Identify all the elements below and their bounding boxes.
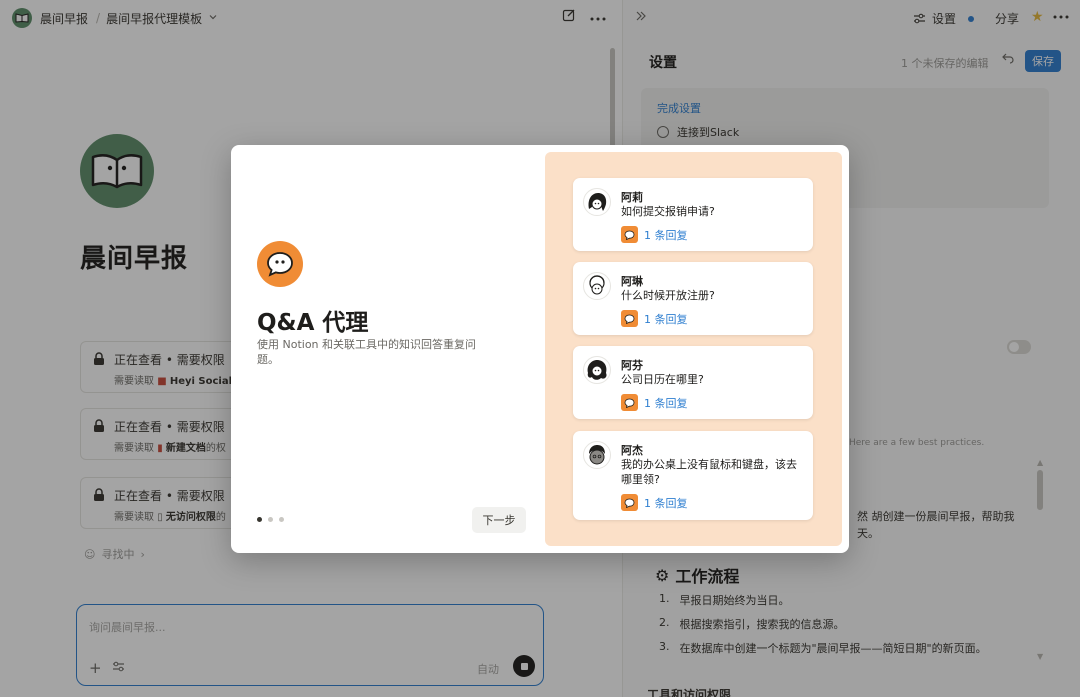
reply-count: 1 条回复 (644, 312, 688, 326)
pager-dot[interactable] (279, 517, 284, 522)
next-button[interactable]: 下一步 (472, 507, 526, 533)
question-text: 什么时候开放注册? (621, 289, 715, 302)
reply-chat-icon (621, 310, 638, 327)
question-text: 如何提交报销申请? (621, 205, 715, 218)
avatar (583, 188, 611, 216)
avatar (583, 272, 611, 300)
question-text: 我的办公桌上没有鼠标和键盘，该去哪里领? (621, 458, 797, 486)
question-card: 阿杰 我的办公桌上没有鼠标和键盘，该去哪里领? 1 条回复 (573, 431, 813, 520)
reply-link[interactable]: 1 条回复 (621, 310, 688, 327)
pager-dots (257, 517, 284, 522)
asker-name: 阿芬 (621, 359, 643, 372)
question-card: 阿芬 公司日历在哪里? 1 条回复 (573, 346, 813, 419)
reply-chat-icon (621, 394, 638, 411)
app-window: 晨间早报 / 晨间早报代理模板 晨间早报 正在查看 • 需要权限 需要读取 ■ … (0, 0, 1080, 697)
avatar (583, 356, 611, 384)
reply-link[interactable]: 1 条回复 (621, 494, 688, 511)
asker-name: 阿杰 (621, 444, 643, 457)
qa-preview-panel: 阿莉 如何提交报销申请? 1 条回复 阿琳 什么时候开放注册? 1 条回复 阿芬… (545, 152, 842, 546)
chat-bubble-icon (257, 241, 303, 287)
asker-name: 阿莉 (621, 191, 643, 204)
modal-title: Q&A 代理 (257, 310, 369, 336)
reply-count: 1 条回复 (644, 396, 688, 410)
asker-name: 阿琳 (621, 275, 643, 288)
reply-count: 1 条回复 (644, 496, 688, 510)
reply-link[interactable]: 1 条回复 (621, 226, 688, 243)
qa-agent-modal: Q&A 代理 使用 Notion 和关联工具中的知识回答重复问题。 下一步 阿莉… (231, 145, 849, 553)
modal-description: 使用 Notion 和关联工具中的知识回答重复问题。 (257, 338, 477, 366)
question-card: 阿琳 什么时候开放注册? 1 条回复 (573, 262, 813, 335)
reply-chat-icon (621, 226, 638, 243)
pager-dot[interactable] (268, 517, 273, 522)
question-text: 公司日历在哪里? (621, 373, 704, 386)
avatar (583, 441, 611, 469)
pager-dot-active[interactable] (257, 517, 262, 522)
reply-link[interactable]: 1 条回复 (621, 394, 688, 411)
reply-count: 1 条回复 (644, 228, 688, 242)
question-card: 阿莉 如何提交报销申请? 1 条回复 (573, 178, 813, 251)
reply-chat-icon (621, 494, 638, 511)
